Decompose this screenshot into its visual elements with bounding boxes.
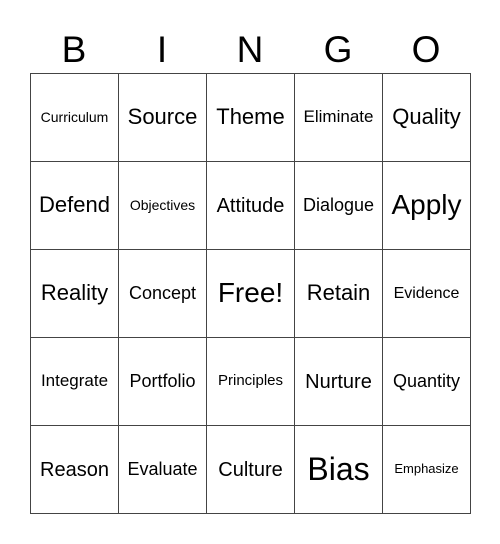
free-space-cell[interactable]: Free! <box>206 249 295 338</box>
bingo-cell[interactable]: Reality <box>30 249 119 338</box>
bingo-cell[interactable]: Apply <box>382 161 471 250</box>
header-letter-b: B <box>61 29 87 70</box>
bingo-cell[interactable]: Reason <box>30 425 119 514</box>
bingo-cell[interactable]: Eliminate <box>294 73 383 162</box>
header-letter-g: G <box>323 29 353 70</box>
bingo-cell[interactable]: Source <box>118 73 207 162</box>
grid-row: Curriculum Source Theme Eliminate Qualit… <box>30 73 471 162</box>
header-letter-o: O <box>411 29 441 70</box>
bingo-header: B I N G O <box>30 28 470 72</box>
bingo-cell[interactable]: Nurture <box>294 337 383 426</box>
bingo-cell[interactable]: Culture <box>206 425 295 514</box>
bingo-cell[interactable]: Dialogue <box>294 161 383 250</box>
bingo-cell[interactable]: Quantity <box>382 337 471 426</box>
header-letter-i: I <box>156 29 168 70</box>
bingo-cell[interactable]: Evidence <box>382 249 471 338</box>
grid-row: Defend Objectives Attitude Dialogue Appl… <box>30 161 471 250</box>
bingo-cell[interactable]: Quality <box>382 73 471 162</box>
grid-row: Integrate Portfolio Principles Nurture Q… <box>30 337 471 426</box>
bingo-cell[interactable]: Retain <box>294 249 383 338</box>
bingo-cell[interactable]: Bias <box>294 425 383 514</box>
bingo-cell[interactable]: Objectives <box>118 161 207 250</box>
bingo-cell[interactable]: Principles <box>206 337 295 426</box>
bingo-cell[interactable]: Defend <box>30 161 119 250</box>
header-letter-n: N <box>236 29 264 70</box>
bingo-cell[interactable]: Theme <box>206 73 295 162</box>
bingo-cell[interactable]: Curriculum <box>30 73 119 162</box>
bingo-cell[interactable]: Integrate <box>30 337 119 426</box>
bingo-cell[interactable]: Concept <box>118 249 207 338</box>
grid-row: Reality Concept Free! Retain Evidence <box>30 249 471 338</box>
bingo-cell[interactable]: Evaluate <box>118 425 207 514</box>
bingo-grid: Curriculum Source Theme Eliminate Qualit… <box>30 73 471 514</box>
bingo-cell[interactable]: Emphasize <box>382 425 471 514</box>
grid-row: Reason Evaluate Culture Bias Emphasize <box>30 425 471 514</box>
bingo-cell[interactable]: Attitude <box>206 161 295 250</box>
bingo-cell[interactable]: Portfolio <box>118 337 207 426</box>
